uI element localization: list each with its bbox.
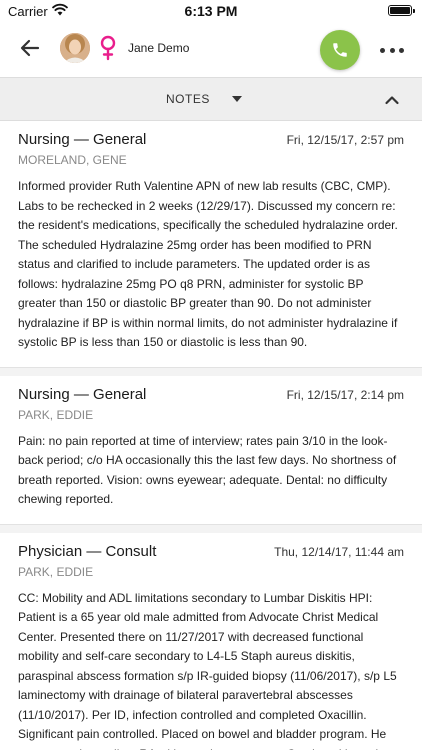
note-title: Physician — Consult xyxy=(18,542,157,560)
caret-down-icon xyxy=(232,96,242,102)
patient-name: Jane Demo xyxy=(128,41,190,55)
chevron-up-icon[interactable] xyxy=(384,92,400,108)
notes-dropdown-label: NOTES xyxy=(166,92,210,106)
note-body: CC: Mobility and ADL limitations seconda… xyxy=(18,590,397,750)
battery-icon xyxy=(388,5,415,16)
note-author: PARK, EDDIE xyxy=(18,407,94,422)
note-date: Thu, 12/14/17, 11:44 am xyxy=(274,544,404,559)
note-date: Fri, 12/15/17, 2:57 pm xyxy=(286,133,404,147)
notes-type-dropdown[interactable]: NOTES xyxy=(166,78,244,122)
note-card[interactable]: Nursing — General Fri, 12/15/17, 2:14 pm… xyxy=(0,367,422,525)
patient-photo-icon xyxy=(60,33,90,63)
note-author: MORELAND, GENE xyxy=(18,153,127,167)
status-bar: Carrier 6:13 PM xyxy=(0,0,422,22)
note-date: Fri, 12/15/17, 2:14 pm xyxy=(286,387,404,402)
note-card[interactable]: Nursing — General Fri, 12/15/17, 2:57 pm… xyxy=(0,121,422,368)
note-title: Nursing — General xyxy=(18,131,147,148)
notes-filter-bar: NOTES xyxy=(0,77,422,121)
note-title: Nursing — General xyxy=(18,385,147,403)
female-symbol-icon xyxy=(100,35,116,61)
phone-icon xyxy=(333,43,347,57)
note-author: PARK, EDDIE xyxy=(18,564,94,579)
avatar[interactable] xyxy=(60,33,90,63)
more-options-icon[interactable] xyxy=(380,38,404,62)
notes-list[interactable]: Nursing — General Fri, 12/15/17, 2:57 pm… xyxy=(0,121,422,750)
note-card[interactable]: Physician — Consult Thu, 12/14/17, 11:44… xyxy=(0,524,422,750)
note-body: Pain: no pain reported at time of interv… xyxy=(18,433,397,507)
back-arrow-icon[interactable] xyxy=(18,36,42,60)
call-button[interactable] xyxy=(320,30,360,70)
note-body: Informed provider Ruth Valentine APN of … xyxy=(18,179,398,349)
patient-header: Jane Demo xyxy=(0,22,422,77)
clock: 6:13 PM xyxy=(184,3,238,19)
